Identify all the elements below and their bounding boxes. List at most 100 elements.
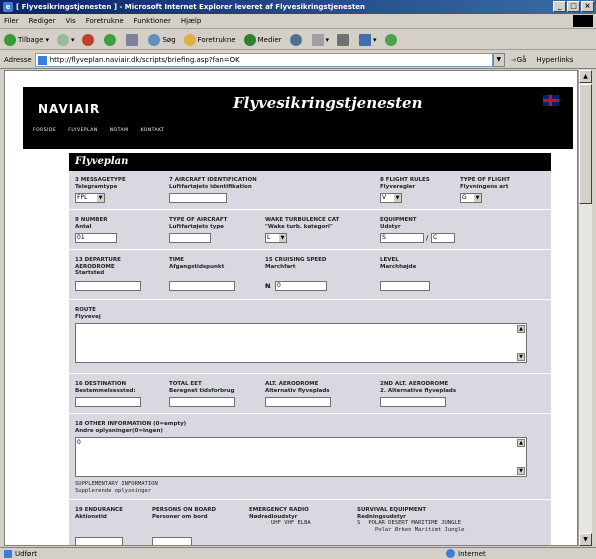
scroll-up-icon[interactable]: ▲	[517, 325, 525, 333]
globe-icon	[446, 549, 455, 558]
aircraft-id-cell: 7 AIRCRAFT IDENTIFICATION Luftfartøjets …	[169, 177, 257, 190]
destination-input[interactable]	[75, 397, 141, 407]
survival-equipment-cell: SURVIVAL EQUIPMENT Redningsudstyr S POLA…	[357, 507, 465, 533]
departure-input[interactable]	[75, 281, 141, 291]
other-info-textarea[interactable]: 0 ▲ ▼	[75, 437, 527, 477]
refresh-button[interactable]	[104, 33, 118, 46]
equipment-input-1[interactable]: S	[380, 233, 424, 243]
scroll-thumb[interactable]	[579, 84, 592, 204]
home-button[interactable]	[126, 33, 140, 46]
mail-icon	[311, 33, 324, 46]
nav-notam[interactable]: NOTAM	[110, 128, 129, 133]
favorites-button[interactable]: Foretrukne	[183, 33, 236, 46]
address-dropdown[interactable]: ▼	[492, 52, 505, 67]
edit-icon	[359, 33, 372, 46]
time-cell: TIME Afgangstidspunkt	[169, 257, 225, 270]
dropdown-arrow-icon: ▼	[394, 194, 401, 202]
destination-cell: 16 DESTINATION Bestemmelsessted:	[75, 381, 136, 394]
media-icon	[243, 33, 256, 46]
security-zone: Internet	[446, 549, 486, 558]
menu-bar: Filer Rediger Vis Foretrukne Funktioner …	[0, 14, 596, 29]
home-icon	[126, 33, 139, 46]
other-info-cell: 18 OTHER INFORMATION (0=empty) Andre opl…	[75, 421, 187, 434]
minimize-button[interactable]: _	[553, 1, 566, 12]
route-cell: ROUTE Flyvevej	[75, 307, 101, 320]
search-button[interactable]: Søg	[148, 33, 176, 46]
edit-button[interactable]: ▾	[359, 33, 377, 46]
stop-button[interactable]	[82, 33, 96, 46]
number-input[interactable]: 01	[75, 233, 117, 243]
aircraft-id-input[interactable]	[169, 193, 227, 203]
browser-window: e [ Flyvesikringstjenesten ] - Microsoft…	[0, 0, 596, 559]
menu-edit[interactable]: Rediger	[29, 17, 56, 25]
menu-tools[interactable]: Funktioner	[134, 17, 171, 25]
wake-turbulence-select[interactable]: L ▼	[265, 233, 287, 243]
divider	[69, 373, 551, 374]
scroll-down-icon[interactable]: ▼	[579, 533, 592, 546]
refresh-icon	[104, 33, 117, 46]
toolbar: Tilbage ▾ ▾ Søg Foretrukne Medier ▾ ▾	[0, 30, 596, 50]
uk-flag-icon[interactable]	[543, 95, 559, 106]
forward-button[interactable]: ▾	[56, 33, 74, 46]
equipment-separator: /	[426, 234, 429, 242]
scroll-down-icon[interactable]: ▼	[517, 353, 525, 361]
flight-rules-cell: 8 FLIGHT RULES Flyveregler	[380, 177, 430, 190]
print-icon	[337, 33, 350, 46]
time-input[interactable]	[169, 281, 235, 291]
speed-prefix: N	[265, 282, 271, 290]
scroll-up-icon[interactable]: ▲	[517, 439, 525, 447]
close-button[interactable]: ×	[581, 1, 594, 12]
stop-icon	[82, 33, 95, 46]
forward-arrow-icon	[56, 33, 69, 46]
menu-file[interactable]: Filer	[4, 17, 19, 25]
number-cell: 9 NUMBER Antal	[75, 217, 108, 230]
maximize-button[interactable]: □	[567, 1, 580, 12]
alt2-aerodrome-input[interactable]	[380, 397, 446, 407]
form-title: Flyveplan	[69, 153, 551, 171]
endurance-input[interactable]	[75, 537, 123, 545]
mail-button[interactable]: ▾	[311, 33, 329, 46]
nav-contact[interactable]: KONTAKT	[140, 128, 164, 133]
menu-view[interactable]: Vis	[65, 17, 75, 25]
flight-rules-select[interactable]: V ▼	[380, 193, 402, 203]
alt-aerodrome-input[interactable]	[265, 397, 331, 407]
menu-help[interactable]: Hjælp	[181, 17, 201, 25]
cruising-speed-cell: 15 CRUISING SPEED Marchfart	[265, 257, 327, 270]
status-text: Udført	[15, 549, 37, 558]
emergency-radio-cell: EMERGENCY RADIO Nødradioudstyr UHF VHF E…	[249, 507, 311, 526]
equipment-cell: EQUIPMENT Udstyr	[380, 217, 417, 230]
messenger-icon	[384, 33, 397, 46]
scroll-up-icon[interactable]: ▲	[579, 70, 592, 83]
history-button[interactable]	[289, 33, 304, 46]
back-button[interactable]: Tilbage ▾	[4, 33, 49, 46]
menu-favorites[interactable]: Foretrukne	[86, 17, 124, 25]
route-textarea[interactable]: ▲ ▼	[75, 323, 527, 363]
address-bar: Adresse http://flyveplan.naviair.dk/scri…	[0, 51, 596, 69]
aircraft-type-input[interactable]	[169, 233, 211, 243]
equipment-input-2[interactable]: C	[431, 233, 455, 243]
naviair-logo[interactable]: NAVIAIR	[38, 102, 100, 116]
media-button[interactable]: Medier	[243, 33, 282, 46]
address-input[interactable]: http://flyveplan.naviair.dk/scripts/brie…	[34, 52, 493, 67]
type-of-flight-select[interactable]: G ▼	[460, 193, 482, 203]
messenger-button[interactable]	[384, 33, 399, 46]
scroll-down-icon[interactable]: ▼	[517, 467, 525, 475]
nav-flightplan[interactable]: FLYVEPLAN	[68, 128, 97, 133]
title-bar: e [ Flyvesikringstjenesten ] - Microsoft…	[0, 0, 596, 14]
endurance-cell: 19 ENDURANCE Aktionstid	[75, 507, 123, 520]
cruising-speed-input[interactable]: 0	[275, 281, 327, 291]
dropdown-arrow-icon: ▼	[279, 234, 286, 242]
total-eet-input[interactable]	[169, 397, 235, 407]
page-scrollbar[interactable]: ▲ ▼	[578, 70, 592, 546]
level-input[interactable]	[380, 281, 430, 291]
print-button[interactable]	[337, 33, 351, 46]
nav-home[interactable]: FORSIDE	[33, 128, 56, 133]
windows-logo-icon	[573, 15, 593, 27]
message-type-select[interactable]: FPL ▼	[75, 193, 105, 203]
site-header: NAVIAIR Flyvesikringstjenesten FORSIDE F…	[23, 87, 573, 149]
go-button[interactable]: ➜Gå	[511, 56, 527, 64]
message-type-cell: 3 MESSAGETYPE Telegramtype	[75, 177, 126, 190]
persons-input[interactable]	[152, 537, 192, 545]
dropdown-arrow-icon: ▼	[474, 194, 481, 202]
links-button[interactable]: Hyperlinks	[536, 56, 573, 64]
